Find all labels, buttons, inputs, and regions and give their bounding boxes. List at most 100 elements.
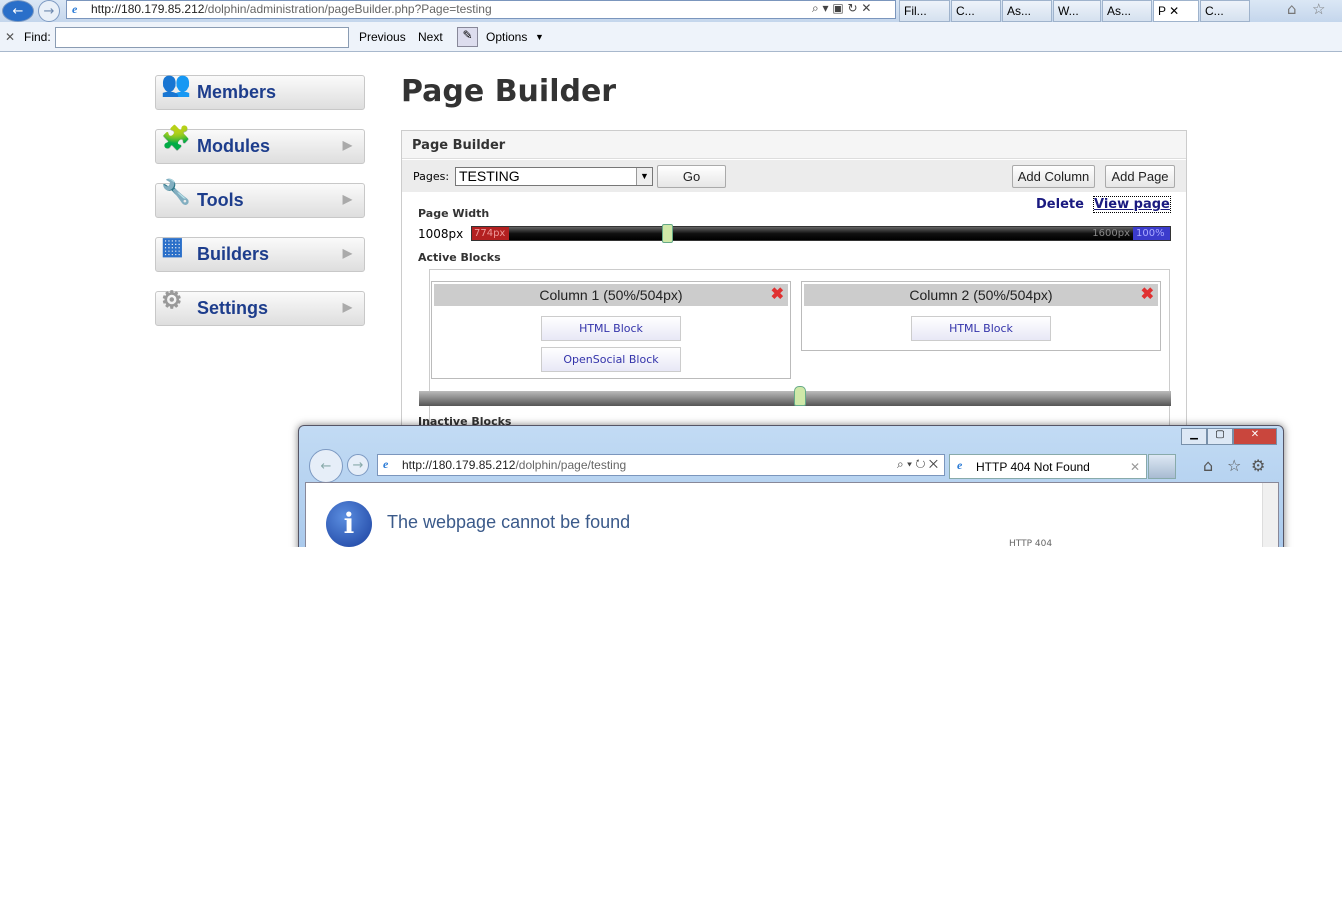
builders-icon: ▦: [161, 233, 184, 260]
browser-tab[interactable]: As...: [1002, 0, 1052, 22]
chevron-right-icon: ▶: [342, 192, 352, 206]
chevron-down-icon: ▼: [535, 32, 544, 42]
tab-label: W...: [1058, 4, 1079, 18]
browser-toolbar: ← → e http://180.179.85.212/dolphin/admin…: [0, 0, 1342, 22]
tab-label: C...: [956, 4, 975, 18]
close-find-icon[interactable]: ✕: [5, 30, 15, 44]
tab-label: As...: [1107, 4, 1132, 18]
slider-max: 1600px: [1092, 228, 1130, 239]
address-tools[interactable]: ⌕ ▾ ▣ ↻ ✕: [812, 1, 871, 16]
blank-area: [0, 547, 1342, 918]
column-resize-handle[interactable]: [794, 386, 806, 406]
column-title: Column 2 (50%/504px): [909, 287, 1053, 303]
address-bar[interactable]: e http://180.179.85.212/dolphin/administr…: [66, 0, 896, 19]
pages-selected: TESTING: [459, 168, 520, 184]
sidebar-item-label: Builders: [197, 244, 270, 264]
url-path: /dolphin/page/testing: [515, 458, 627, 472]
slider-max-pct: 100%: [1133, 227, 1170, 240]
html-block[interactable]: HTML Block: [541, 316, 681, 341]
column-header: Column 2 (50%/504px) ✖: [804, 284, 1158, 306]
browser-tab[interactable]: C...: [951, 0, 1001, 22]
address-bar[interactable]: e http://180.179.85.212/dolphin/page/test…: [377, 454, 945, 476]
sidebar-item-label: Tools: [197, 190, 244, 210]
pages-label: Pages:: [413, 170, 450, 183]
browser-tab-active[interactable]: e HTTP 404 Not Found ✕: [949, 454, 1147, 479]
browser-tab[interactable]: As...: [1102, 0, 1152, 22]
sidebar-item-label: Modules: [197, 136, 271, 156]
panel-title: Page Builder: [402, 131, 1186, 159]
browser-tab-active[interactable]: P ✕: [1153, 0, 1199, 22]
go-button[interactable]: Go: [657, 165, 726, 188]
opensocial-block[interactable]: OpenSocial Block: [541, 347, 681, 372]
ie-icon: e: [957, 458, 963, 472]
address-tools[interactable]: ⌕ ▾ ↻ ✕: [897, 457, 938, 472]
column-1[interactable]: Column 1 (50%/504px) ✖ HTML Block OpenSoc…: [431, 281, 791, 379]
tab-label: HTTP 404 Not Found: [976, 460, 1090, 474]
column-title: Column 1 (50%/504px): [539, 287, 683, 303]
column-resize-bar[interactable]: [419, 386, 1171, 406]
close-button[interactable]: ✕: [1233, 428, 1277, 445]
pages-toolbar: Pages: TESTING ▼ Go Add Column Add Page: [402, 160, 1186, 192]
browser-tab[interactable]: W...: [1053, 0, 1101, 22]
back-button[interactable]: ←: [309, 449, 343, 483]
column-2[interactable]: Column 2 (50%/504px) ✖ HTML Block: [801, 281, 1161, 351]
active-blocks-label: Active Blocks: [418, 251, 501, 264]
sidebar-item-settings[interactable]: ⚙ Settings ▶: [155, 287, 365, 326]
slider-handle[interactable]: [661, 224, 673, 243]
page-width-label: Page Width: [418, 207, 490, 220]
find-options-button[interactable]: Options: [486, 30, 527, 44]
tab-label: As...: [1007, 4, 1032, 18]
window-controls: ▁ ▢ ✕: [1181, 428, 1277, 445]
browser-tab[interactable]: Fil...: [899, 0, 950, 22]
sidebar-item-builders[interactable]: ▦ Builders ▶: [155, 233, 365, 272]
remove-column-icon[interactable]: ✖: [1141, 284, 1154, 306]
favorites-icon[interactable]: ☆: [1312, 0, 1325, 18]
browser-tab[interactable]: C...: [1200, 0, 1250, 22]
add-column-button[interactable]: Add Column: [1012, 165, 1095, 188]
tab-label: P: [1158, 4, 1166, 18]
puzzle-icon: 🧩: [161, 125, 191, 152]
find-next-button[interactable]: Next: [418, 30, 443, 44]
find-input[interactable]: [55, 27, 349, 48]
sidebar-item-members[interactable]: 👥 Members: [155, 71, 365, 110]
sidebar-item-modules[interactable]: 🧩 Modules ▶: [155, 125, 365, 164]
minimize-button[interactable]: ▁: [1181, 428, 1207, 445]
wrench-icon: 🔧: [161, 179, 191, 206]
home-icon[interactable]: ⌂: [1287, 0, 1297, 18]
slider-min: 774px: [472, 227, 509, 240]
highlight-icon[interactable]: ✎: [457, 27, 478, 47]
url-host: http://180.179.85.212: [402, 458, 516, 472]
page-builder-panel: Page Builder Pages: TESTING ▼ Go Add Colu…: [401, 130, 1187, 529]
page-width-slider[interactable]: 774px 1600px 100%: [471, 224, 1171, 243]
home-icon[interactable]: ⌂: [1203, 456, 1213, 475]
find-label: Find:: [24, 30, 51, 44]
forward-button[interactable]: →: [38, 0, 60, 22]
close-tab-icon[interactable]: ✕: [1130, 460, 1140, 474]
remove-column-icon[interactable]: ✖: [771, 284, 784, 306]
chevron-right-icon: ▶: [342, 246, 352, 260]
maximize-button[interactable]: ▢: [1207, 428, 1233, 445]
add-page-button[interactable]: Add Page: [1105, 165, 1175, 188]
html-block[interactable]: HTML Block: [911, 316, 1051, 341]
find-bar: ✕ Find: Previous Next ✎ Options ▼: [0, 22, 1342, 52]
popup-browser-window: ▁ ▢ ✕ ← → e http://180.179.85.212/dolphin/p…: [298, 425, 1284, 563]
find-previous-button[interactable]: Previous: [359, 30, 406, 44]
forward-button[interactable]: →: [347, 454, 369, 476]
sidebar-item-label: Members: [197, 82, 277, 102]
column-header: Column 1 (50%/504px) ✖: [434, 284, 788, 306]
new-tab-button[interactable]: [1148, 454, 1176, 479]
back-button[interactable]: ←: [2, 0, 34, 22]
url-path: /dolphin/administration/pageBuilder.php?…: [204, 2, 492, 16]
members-icon: 👥: [161, 71, 191, 98]
info-icon: i: [326, 501, 372, 547]
sidebar-item-tools[interactable]: 🔧 Tools ▶: [155, 179, 365, 218]
chevron-right-icon: ▶: [342, 300, 352, 314]
favorites-icon[interactable]: ☆: [1227, 456, 1241, 475]
view-page-link[interactable]: View page: [1093, 196, 1171, 213]
chevron-right-icon: ▶: [342, 138, 352, 152]
pages-select[interactable]: TESTING ▼: [455, 167, 653, 186]
error-heading: The webpage cannot be found: [387, 512, 631, 532]
gear-icon[interactable]: ⚙: [1251, 456, 1265, 475]
tab-label: Fil...: [904, 4, 927, 18]
delete-link[interactable]: Delete: [1036, 197, 1084, 212]
